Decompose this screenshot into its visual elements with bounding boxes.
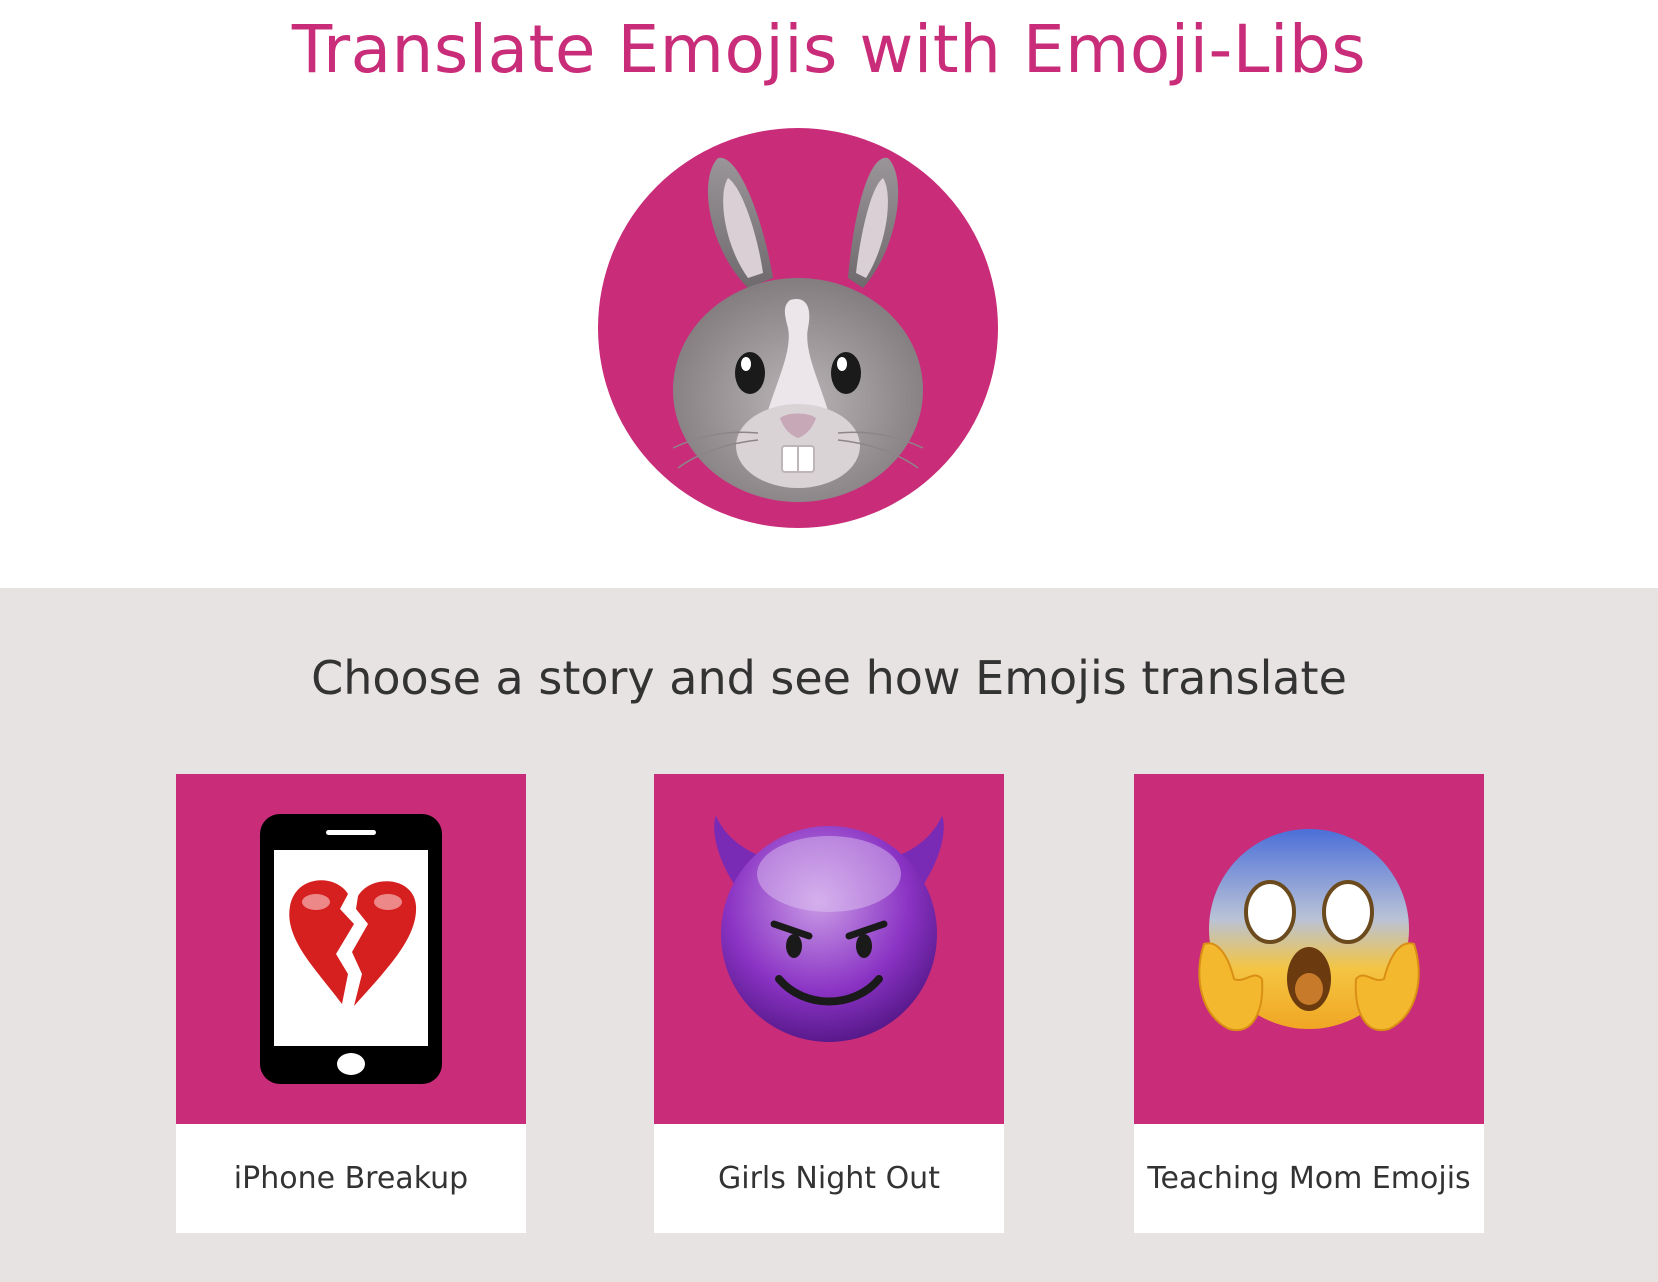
stories-heading: Choose a story and see how Emojis transl… (311, 651, 1347, 705)
story-card-label[interactable]: Girls Night Out (654, 1124, 1004, 1233)
screaming-face-icon (1198, 829, 1420, 1032)
phone-broken-heart-icon (260, 814, 442, 1084)
story-card-label[interactable]: iPhone Breakup (176, 1124, 526, 1233)
stories-section: Choose a story and see how Emojis transl… (0, 588, 1658, 1282)
page-title: Translate Emojis with Emoji-Libs (291, 11, 1367, 88)
story-card-teaching-mom-emojis[interactable]: Teaching Mom Emojis (1134, 774, 1484, 1233)
story-card-image[interactable] (654, 774, 1004, 1124)
smiling-devil-icon (714, 816, 944, 1042)
story-card-iphone-breakup[interactable]: iPhone Breakup (176, 774, 526, 1233)
story-card-girls-night-out[interactable]: Girls Night Out (654, 774, 1004, 1233)
rabbit-face-icon (672, 157, 924, 502)
story-card-image[interactable] (1134, 774, 1484, 1124)
hero-section: Translate Emojis with Emoji-Libs (0, 0, 1658, 588)
logo-badge (598, 128, 998, 528)
story-card-label[interactable]: Teaching Mom Emojis (1134, 1124, 1484, 1233)
story-card-image[interactable] (176, 774, 526, 1124)
